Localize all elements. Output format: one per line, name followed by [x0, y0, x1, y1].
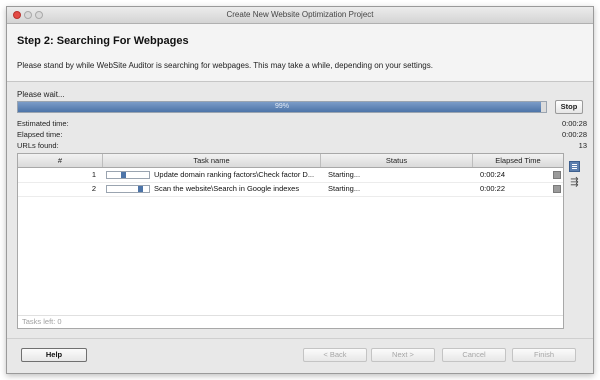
row-options-icon[interactable]: [553, 185, 561, 193]
column-header-status[interactable]: Status: [321, 154, 473, 167]
next-button[interactable]: Next >: [371, 348, 435, 362]
column-header-task-name[interactable]: Task name: [103, 154, 321, 167]
window-title: Create New Website Optimization Project: [226, 10, 374, 19]
stop-button[interactable]: Stop: [555, 100, 583, 114]
tasks-left-status: Tasks left: 0: [18, 315, 563, 328]
table-header: # Task name Status Elapsed Time: [18, 154, 563, 168]
row-options-icon[interactable]: [553, 171, 561, 179]
elapsed-time-value: 0:00:28: [561, 130, 587, 139]
overall-progress-bar: 99%: [17, 101, 547, 113]
row-number: 1: [91, 170, 96, 179]
urls-found-label: URLs found:: [17, 141, 59, 150]
step-title: Step 2: Searching For Webpages: [17, 35, 189, 47]
step-header: Step 2: Searching For Webpages Please st…: [7, 24, 593, 82]
back-button[interactable]: < Back: [303, 348, 367, 362]
progress-percent: 99%: [274, 103, 289, 110]
cancel-button[interactable]: Cancel: [442, 348, 506, 362]
task-status: Starting...: [328, 170, 361, 179]
estimated-time-label: Estimated time:: [17, 119, 69, 128]
task-elapsed: 0:00:24: [480, 170, 506, 179]
please-wait-label: Please wait...: [17, 90, 65, 99]
column-header-number[interactable]: #: [18, 154, 103, 167]
estimated-time-value: 0:00:28: [561, 119, 587, 128]
elapsed-time-label: Elapsed time:: [17, 130, 63, 139]
table-row[interactable]: 1 Update domain ranking factors\Check fa…: [18, 168, 563, 183]
row-number: 2: [91, 184, 96, 193]
column-header-elapsed-time[interactable]: Elapsed Time: [473, 154, 563, 167]
finish-button[interactable]: Finish: [512, 348, 576, 362]
tasks-table: # Task name Status Elapsed Time 1 Update…: [17, 153, 564, 329]
task-progress-fill: [120, 172, 126, 178]
table-view-icon[interactable]: [569, 161, 580, 172]
task-status: Starting...: [328, 184, 361, 193]
task-elapsed: 0:00:22: [480, 184, 506, 193]
step-description: Please stand by while WebSite Auditor is…: [17, 61, 433, 70]
task-progress-bar: [106, 185, 150, 193]
title-bar: Create New Website Optimization Project: [7, 7, 593, 24]
columns-settings-icon[interactable]: ⇶: [569, 177, 580, 188]
task-name: Scan the website\Search in Google indexe…: [154, 184, 300, 193]
table-row[interactable]: 2 Scan the website\Search in Google inde…: [18, 182, 563, 197]
help-button[interactable]: Help: [21, 348, 87, 362]
task-progress-fill: [137, 186, 143, 192]
wizard-window: Create New Website Optimization Project …: [6, 6, 594, 374]
urls-found-value: 13: [578, 141, 587, 150]
task-progress-bar: [106, 171, 150, 179]
task-name: Update domain ranking factors\Check fact…: [154, 170, 315, 179]
wizard-footer: Help < Back Next > Cancel Finish: [7, 338, 593, 373]
